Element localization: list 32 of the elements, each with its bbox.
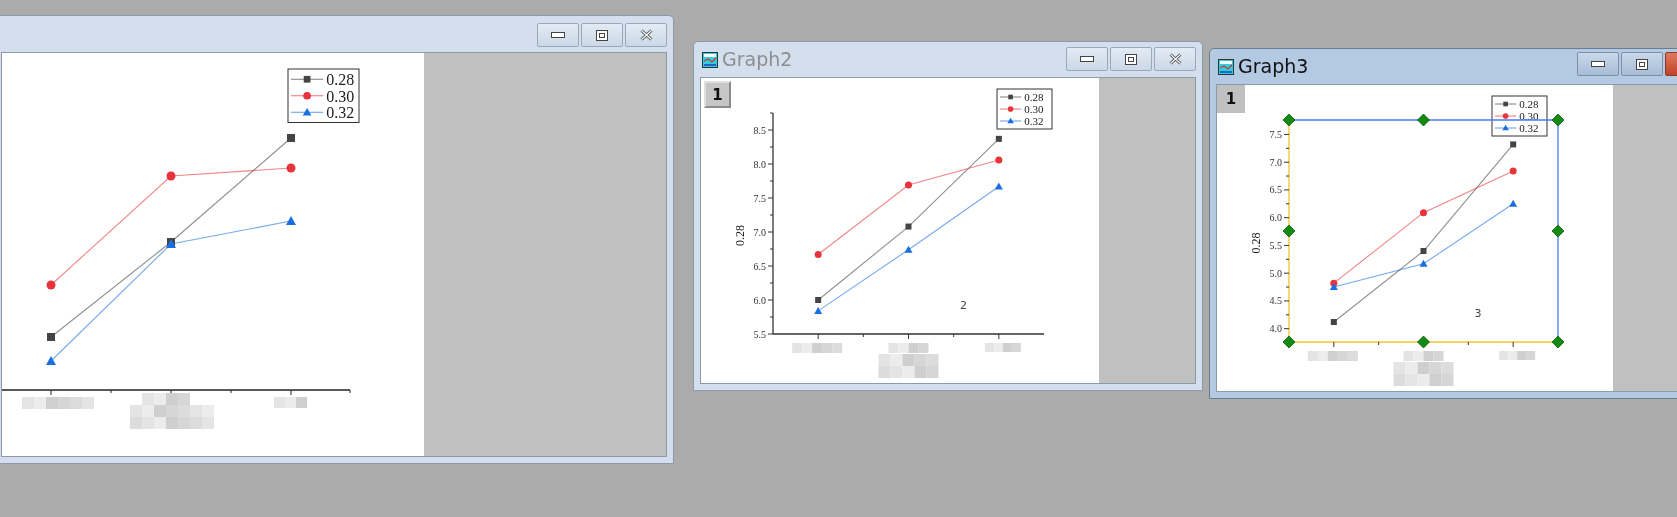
tick-label: 8.5 bbox=[753, 124, 766, 136]
axis-title: 0.28 bbox=[1249, 232, 1263, 254]
tick-label: 7.0 bbox=[753, 226, 766, 238]
legend-label: 0.32 bbox=[326, 104, 355, 121]
tick-label: 6.5 bbox=[1269, 184, 1282, 196]
legend-label: 0.28 bbox=[1024, 90, 1044, 103]
legend-label: 0.28 bbox=[1519, 97, 1539, 110]
tick-label: 4.0 bbox=[1269, 323, 1282, 335]
tick-label: 7.5 bbox=[753, 192, 766, 204]
legend-label: 0.32 bbox=[1519, 121, 1539, 134]
tick-label: 5.5 bbox=[1269, 239, 1282, 251]
legend-label: 0.30 bbox=[326, 87, 355, 105]
tick-label: 6.0 bbox=[753, 294, 766, 306]
tick-label: 5.0 bbox=[1269, 267, 1282, 279]
tick-label: 6.0 bbox=[1269, 212, 1282, 224]
tick-label: 6.5 bbox=[753, 260, 766, 272]
tick-label: 4.5 bbox=[1269, 295, 1282, 307]
annotation-label: 2 bbox=[960, 299, 967, 312]
window-title: Graph3 bbox=[1238, 57, 1309, 76]
layer-button[interactable]: 1 bbox=[1217, 85, 1245, 113]
legend-label: 0.30 bbox=[1519, 109, 1539, 122]
legend-label: 0.30 bbox=[1024, 102, 1044, 115]
layer-button[interactable]: 1 bbox=[704, 81, 731, 108]
axis-title: 0.28 bbox=[733, 225, 747, 246]
tick-label: 5.5 bbox=[753, 328, 766, 340]
window-title: Graph2 bbox=[722, 50, 793, 69]
legend-label: 0.28 bbox=[326, 71, 355, 88]
tick-label: 7.0 bbox=[1269, 156, 1282, 168]
tick-label: 7.5 bbox=[1269, 128, 1282, 140]
annotation-label: 3 bbox=[1474, 307, 1482, 320]
legend-label: 0.32 bbox=[1024, 114, 1044, 127]
tick-label: 8.0 bbox=[753, 158, 766, 170]
